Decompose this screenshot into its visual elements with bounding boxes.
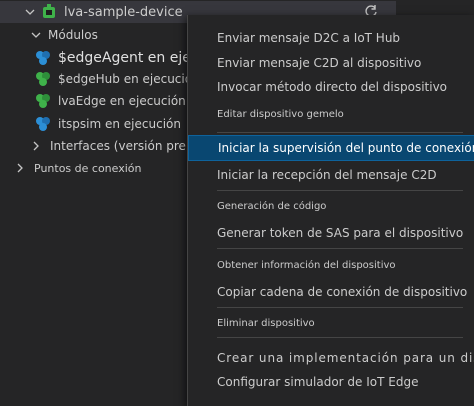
menu-item-generate-sas-token[interactable]: Generar token de SAS para el dispositivo xyxy=(188,220,474,246)
module-cube-icon xyxy=(34,49,52,67)
menu-item-start-endpoint-monitoring[interactable]: Iniciar la supervisión del punto de cone… xyxy=(188,135,474,161)
chevron-right-icon[interactable] xyxy=(14,162,26,174)
module-label: lvaEdge en ejecución xyxy=(58,94,186,108)
menu-item-send-c2d[interactable]: Enviar mensaje C2D al dispositivo xyxy=(188,50,474,76)
menu-separator xyxy=(217,190,463,191)
module-label: $edgeHub en ejecución xyxy=(58,72,200,86)
menu-item-copy-connection-string[interactable]: Copiar cadena de conexión de dispositivo xyxy=(188,279,474,305)
menu-item-edit-device-twin[interactable]: Editar dispositivo gemelo xyxy=(188,104,474,124)
menu-separator xyxy=(217,307,463,308)
chevron-right-icon[interactable] xyxy=(30,140,42,152)
endpoints-label: Puntos de conexión xyxy=(34,161,142,175)
module-cube-icon xyxy=(34,70,52,88)
menu-item-setup-edge-simulator[interactable]: Configurar simulador de IoT Edge xyxy=(188,369,474,395)
menu-separator xyxy=(217,248,463,249)
edge-device-icon xyxy=(40,3,58,21)
device-label: lva-sample-device xyxy=(64,4,183,20)
context-menu: Enviar mensaje D2C a IoT Hub Enviar mens… xyxy=(187,15,474,406)
endpoints-node[interactable]: Puntos de conexión xyxy=(0,157,142,179)
module-item[interactable]: itspsim en ejecución xyxy=(0,113,181,135)
menu-item-send-d2c[interactable]: Enviar mensaje D2C a IoT Hub xyxy=(188,25,474,51)
module-item[interactable]: lvaEdge en ejecución xyxy=(0,90,186,112)
module-cube-icon xyxy=(34,115,52,133)
module-item[interactable]: $edgeHub en ejecución xyxy=(0,68,200,90)
menu-separator xyxy=(217,337,463,338)
modules-node[interactable]: Módulos xyxy=(0,24,98,46)
chevron-down-icon[interactable] xyxy=(30,29,42,41)
module-label: itspsim en ejecución xyxy=(58,117,181,131)
module-cube-icon xyxy=(34,92,52,110)
menu-item-invoke-direct-method[interactable]: Invocar método directo del dispositivo xyxy=(188,74,474,100)
menu-item-get-device-info[interactable]: Obtener información del dispositivo xyxy=(188,255,474,275)
chevron-down-icon[interactable] xyxy=(24,6,36,18)
menu-item-create-deployment[interactable]: Crear una implementación para un disposi… xyxy=(188,345,474,371)
modules-label: Módulos xyxy=(48,28,98,42)
menu-item-generate-code[interactable]: Generación de código xyxy=(188,196,474,216)
menu-item-delete-device[interactable]: Eliminar dispositivo xyxy=(188,313,474,333)
menu-separator xyxy=(217,132,463,133)
menu-item-start-receive-c2d[interactable]: Iniciar la recepción del mensaje C2D xyxy=(188,162,474,188)
